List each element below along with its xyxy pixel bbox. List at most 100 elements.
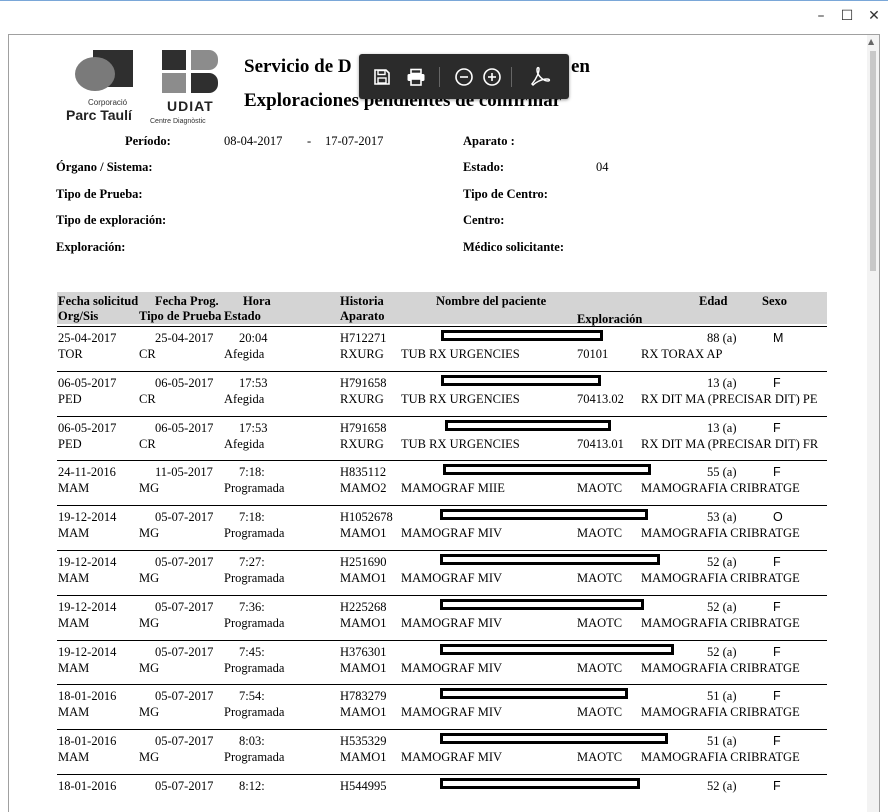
row-fecha-prog: 06-05-2017	[155, 420, 214, 435]
row-exploracion: MAMOGRAFIA CRIBRATGE	[641, 660, 800, 675]
row-tipo-prueba: MG	[139, 481, 160, 496]
row-divider	[57, 415, 827, 417]
row-sexo: F	[773, 599, 781, 614]
row-hora: 17:53	[239, 375, 268, 390]
row-codigo: MAOTC	[577, 526, 623, 541]
header-sexo: Sexo	[762, 294, 787, 308]
row-sexo: F	[773, 465, 781, 480]
row-fecha-solicitud: 19-12-2014	[58, 555, 117, 569]
row-fecha-prog: 05-07-2017	[155, 779, 214, 793]
row-tipo-prueba: MG	[139, 615, 160, 630]
row-aparato: RXURG	[340, 436, 384, 451]
row-sexo: F	[773, 555, 781, 569]
report-title: Servicio de D	[244, 56, 352, 77]
periodo-from: 08-04-2017	[224, 134, 283, 148]
row-codigo: 70413.01	[577, 436, 624, 451]
row-fecha-solicitud: 19-12-2014	[58, 644, 117, 659]
redacted-patient-name	[440, 598, 644, 610]
redacted-patient-name	[441, 330, 603, 341]
zoom-in-icon[interactable]	[477, 54, 507, 99]
row-historia: H225268	[340, 599, 387, 614]
row-fecha-prog: 05-07-2017	[155, 734, 214, 749]
row-hora: 7:18:	[239, 465, 265, 480]
row-edad: 52 (a)	[707, 555, 737, 569]
close-button[interactable]: ✕	[864, 7, 884, 25]
row-estado: Programada	[224, 615, 285, 630]
row-centro: MAMOGRAF MIV	[401, 571, 503, 585]
row-hora: 7:18:	[239, 510, 265, 525]
pdf-viewer: Corporació Parc Taulí UDIAT Centre Diagn…	[8, 34, 880, 812]
header-exploracion: Exploración	[577, 312, 643, 326]
row-edad: 53 (a)	[707, 510, 737, 525]
row-fecha-solicitud: 06-05-2017	[58, 375, 117, 390]
header-fecha-solicitud: Fecha solicitud	[58, 294, 139, 308]
header-estado: Estado	[224, 309, 261, 323]
row-edad: 88 (a)	[707, 331, 737, 345]
row-aparato: MAMO1	[340, 526, 387, 541]
scroll-up-arrow-icon[interactable]: ▲	[868, 37, 874, 46]
row-historia: H835112	[340, 465, 387, 480]
header-orgsis: Org/Sis	[58, 309, 99, 323]
row-sexo: F	[773, 779, 781, 793]
row-orgsis: MAM	[58, 481, 90, 496]
row-hora: 8:12:	[239, 779, 265, 793]
row-estado: Afegida	[224, 436, 265, 451]
periodo-to: 17-07-2017	[325, 134, 384, 148]
row-divider	[57, 639, 827, 641]
header-edad: Edad	[699, 294, 728, 308]
row-estado: Afegida	[224, 391, 265, 406]
row-fecha-prog: 05-07-2017	[155, 510, 214, 525]
row-fecha-prog: 05-07-2017	[155, 555, 214, 569]
row-edad: 13 (a)	[707, 375, 737, 390]
row-tipo-prueba: CR	[139, 391, 156, 406]
row-orgsis: MAM	[58, 660, 90, 675]
row-hora: 17:53	[239, 420, 268, 435]
row-orgsis: TOR	[58, 347, 83, 361]
tipo-exploracion-label: Tipo de exploración:	[56, 213, 167, 227]
maximize-button[interactable]: ☐	[837, 7, 857, 25]
row-divider	[57, 460, 827, 462]
row-exploracion: MAMOGRAFIA CRIBRATGE	[641, 705, 800, 720]
row-codigo: 70101	[577, 347, 609, 361]
save-icon[interactable]	[367, 54, 397, 99]
header-historia: Historia	[340, 294, 384, 308]
tipo-centro-label: Tipo de Centro:	[463, 187, 548, 201]
row-estado: Programada	[224, 571, 285, 585]
redacted-patient-name	[445, 419, 611, 431]
row-historia: H251690	[340, 555, 387, 569]
row-edad: 51 (a)	[707, 689, 737, 704]
row-aparato: MAMO1	[340, 705, 387, 720]
row-codigo: MAOTC	[577, 660, 623, 675]
minimize-button[interactable]: –	[811, 7, 831, 25]
row-aparato: RXURG	[340, 391, 384, 406]
row-fecha-prog: 05-07-2017	[155, 689, 214, 704]
row-historia: H712271	[340, 331, 387, 345]
row-exploracion: MAMOGRAFIA CRIBRATGE	[641, 615, 800, 630]
zoom-out-icon[interactable]	[449, 54, 479, 99]
row-orgsis: PED	[58, 391, 82, 406]
row-edad: 52 (a)	[707, 779, 737, 793]
acrobat-icon[interactable]	[525, 54, 555, 99]
report-title-tail: en	[571, 56, 590, 77]
row-fecha-solicitud: 19-12-2014	[58, 510, 117, 525]
row-fecha-solicitud: 25-04-2017	[58, 331, 117, 345]
row-tipo-prueba: MG	[139, 660, 160, 675]
row-sexo: F	[773, 375, 781, 390]
row-exploracion: MAMOGRAFIA CRIBRATGE	[641, 481, 800, 496]
row-codigo: MAOTC	[577, 705, 623, 720]
print-icon[interactable]	[401, 54, 431, 99]
scroll-thumb[interactable]	[870, 51, 876, 271]
logo-corporacio: Corporació	[88, 98, 128, 107]
row-fecha-prog: 11-05-2017	[155, 465, 213, 480]
redacted-patient-name	[440, 733, 668, 745]
row-orgsis: MAM	[58, 526, 90, 541]
tipo-prueba-label: Tipo de Prueba:	[56, 187, 143, 201]
row-centro: MAMOGRAF MIV	[401, 750, 503, 765]
row-centro: MAMOGRAF MIV	[401, 526, 503, 541]
vertical-scrollbar[interactable]: ▲	[867, 35, 879, 812]
row-divider	[57, 729, 827, 731]
row-fecha-solicitud: 18-01-2016	[58, 779, 117, 793]
toolbar-divider	[439, 67, 440, 87]
organo-label: Órgano / Sistema:	[56, 160, 153, 174]
row-edad: 13 (a)	[707, 420, 737, 435]
